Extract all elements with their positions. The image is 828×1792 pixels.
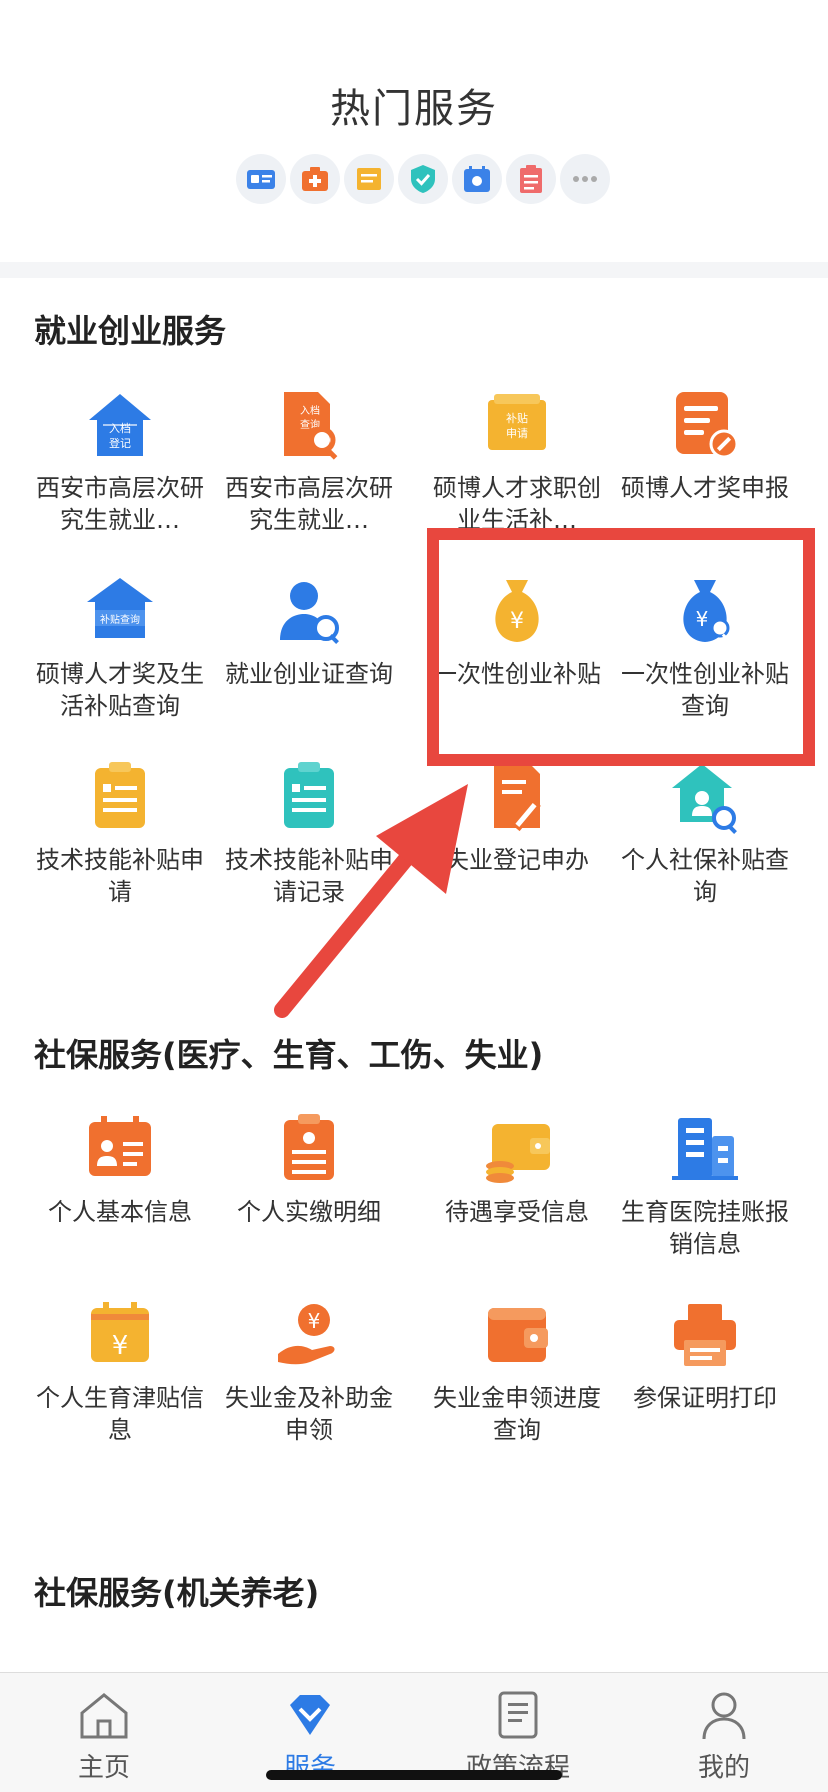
grid-item[interactable]: 失业登记申办 (427, 758, 607, 876)
svg-text:补贴: 补贴 (506, 411, 528, 425)
grid-item[interactable]: 入档 登记 西安市高层次研究生就业… (30, 386, 210, 536)
hand-yen-icon: ¥ (278, 1304, 335, 1365)
grid-item-label: 失业金及补助金申领 (225, 1384, 393, 1444)
grid-item[interactable]: 参保证明打印 (615, 1296, 795, 1414)
grid-item-label: 技术技能补贴申请 (36, 846, 204, 906)
grid-item[interactable]: 硕博人才奖申报 (615, 386, 795, 504)
document-icon[interactable] (344, 154, 394, 204)
svg-text:申请: 申请 (506, 427, 528, 440)
grid-item-label: 硕博人才奖及生活补贴查询 (36, 660, 204, 720)
tab-home[interactable]: 主页 (24, 1687, 184, 1784)
svg-text:入档: 入档 (109, 421, 131, 435)
user-icon (702, 1692, 746, 1740)
grid-item-label: 个人社保补贴查询 (621, 846, 789, 906)
grid-item[interactable]: 技术技能补贴申请记录 (219, 758, 399, 908)
printer-icon (674, 1304, 736, 1366)
medical-kit-icon[interactable] (290, 154, 340, 204)
hot-services-title: 热门服务 (330, 86, 498, 132)
grid-item[interactable]: 入档 查询 西安市高层次研究生就业… (219, 386, 399, 536)
house-search-icon (672, 764, 737, 834)
wallet-coins-icon (486, 1124, 550, 1183)
wallet-icon (488, 1308, 548, 1362)
tab-mine-label: 我的 (697, 1753, 750, 1783)
grid-item[interactable]: 个人基本信息 (30, 1110, 210, 1228)
grid-item[interactable]: 个人社保补贴查询 (615, 758, 795, 908)
grid-item[interactable]: 补贴申请 硕博人才求职创业生活补… (427, 386, 607, 536)
grid-item[interactable]: 生育医院挂账报销信息 (615, 1110, 795, 1260)
calendar-icon[interactable] (452, 154, 502, 204)
section-title-social-insurance: 社保服务(医疗、生育、工伤、失业) (34, 1036, 544, 1074)
shield-check-icon[interactable] (398, 154, 448, 204)
grid-item[interactable]: 个人实缴明细 (219, 1110, 399, 1228)
home-icon (80, 1693, 128, 1739)
highlight-box (427, 528, 815, 766)
grid-item-label: 西安市高层次研究生就业… (36, 474, 204, 534)
section-title-pension: 社保服务(机关养老) (34, 1574, 320, 1612)
grid-item-label: 个人实缴明细 (237, 1198, 381, 1226)
svg-text:入档: 入档 (300, 404, 320, 417)
grid-item-label: 个人基本信息 (48, 1198, 192, 1226)
grid-item-label: 参保证明打印 (633, 1384, 777, 1412)
grid-item[interactable]: 待遇享受信息 (427, 1110, 607, 1228)
document-pen-icon (494, 764, 541, 832)
clipboard-icon[interactable] (506, 154, 556, 204)
service-page: 热门服务 就业创业服务 入档 登记 西安市高层次研究生就业… 入档 查询 西安市… (0, 0, 828, 1792)
form-edit-icon (676, 392, 739, 459)
section-divider (0, 262, 828, 278)
svg-text:登记: 登记 (109, 436, 131, 450)
grid-item-label: 技术技能补贴申请记录 (225, 846, 393, 906)
svg-text:补贴查询: 补贴查询 (100, 613, 140, 626)
more-icon[interactable] (560, 154, 610, 204)
grid-item[interactable]: ¥ 失业金及补助金申领 (219, 1296, 399, 1446)
section-title-employment: 就业创业服务 (34, 312, 227, 350)
clipboard-list-icon (284, 1114, 334, 1180)
building-icon (672, 1118, 738, 1180)
grid-item[interactable]: 技术技能补贴申请 (30, 758, 210, 908)
id-card-icon[interactable] (236, 154, 286, 204)
clipboard-yellow-icon (95, 762, 145, 828)
hot-services: 热门服务 (0, 0, 828, 262)
user-search-icon (280, 582, 339, 644)
grid-item-label: 待遇享受信息 (445, 1198, 589, 1226)
grid-item[interactable]: 失业金申领进度查询 (427, 1296, 607, 1446)
grid-item-label: 生育医院挂账报销信息 (621, 1198, 789, 1258)
grid-item-label: 硕博人才奖申报 (621, 474, 789, 502)
grid-item[interactable]: 就业创业证查询 (219, 572, 399, 690)
grid-item-label: 失业金申领进度查询 (433, 1384, 601, 1444)
personal-calendar-icon (89, 1116, 151, 1176)
hot-services-icons (236, 154, 610, 204)
svg-text:¥: ¥ (308, 1309, 321, 1333)
grid-item-label: 失业登记申办 (445, 846, 589, 874)
grid-item[interactable]: 补贴查询 硕博人才奖及生活补贴查询 (30, 572, 210, 722)
service-diamond-icon (290, 1695, 330, 1735)
house-register-icon: 入档登记 (89, 394, 151, 456)
grid-item-label: 就业创业证查询 (225, 660, 393, 688)
grid-item-label: 西安市高层次研究生就业… (225, 474, 393, 534)
grid-item[interactable]: ¥ 个人生育津贴信息 (30, 1296, 210, 1446)
grid-item-label: 个人生育津贴信息 (36, 1384, 204, 1444)
ticket-subsidy-icon: 补贴申请 (488, 394, 546, 450)
home-indicator (266, 1770, 562, 1780)
policy-document-icon (498, 1691, 538, 1739)
document-search-icon: 入档查询 (284, 392, 338, 460)
calendar-yen-icon: ¥ (91, 1302, 149, 1362)
clipboard-teal-icon (284, 762, 334, 828)
subsidy-query-house-icon: 补贴查询 (87, 578, 153, 638)
svg-text:¥: ¥ (112, 1331, 129, 1361)
tab-home-label: 主页 (77, 1753, 130, 1783)
grid-item-label: 硕博人才求职创业生活补… (433, 474, 601, 534)
tab-mine[interactable]: 我的 (644, 1687, 804, 1784)
